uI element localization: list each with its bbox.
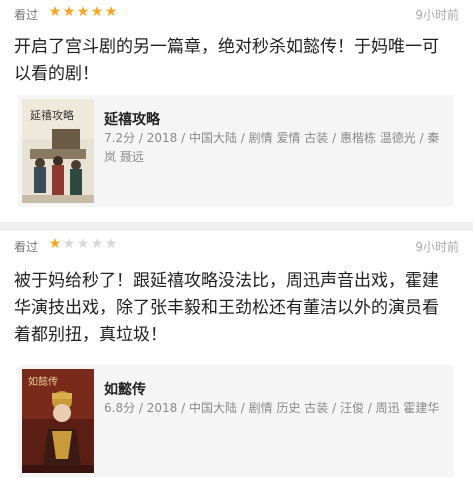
rating-stars: ★★★★★: [48, 4, 118, 20]
star-icon: ★: [90, 236, 104, 252]
star-icon: ★: [48, 4, 62, 20]
star-icon: ★: [76, 236, 90, 252]
review-time: 9小时前: [415, 240, 459, 254]
movie-poster: 如懿传: [22, 369, 94, 473]
star-icon: ★: [48, 236, 62, 252]
movie-info: 6.8分 / 2018 / 中国大陆 / 剧情 历史 古装 / 汪俊 / 周迅 …: [104, 401, 440, 415]
watch-status: 看过: [14, 240, 39, 254]
rating-stars: ★★★★★: [48, 236, 118, 252]
star-icon: ★: [104, 236, 118, 252]
movie-info: 7.2分 / 2018 / 中国大陆 / 剧情 爱情 古装 / 惠楷栋 温德光 …: [104, 131, 440, 164]
movie-title: 延禧攻略: [104, 112, 160, 128]
review-meta: 看过 ★★★★★ 9小时前: [14, 4, 459, 24]
review-text: 被于妈给秒了！跟延禧攻略没法比，周迅声音出戏，霍建华演技出戏，除了张丰毅和王劲松…: [14, 271, 439, 345]
star-icon: ★: [104, 4, 118, 20]
star-icon: ★: [90, 4, 104, 20]
watch-status: 看过: [14, 8, 39, 22]
movie-card[interactable]: 延禧攻略 延禧攻略 7.2分 / 2018 / 中国大陆 / 剧情 爱情 古装 …: [18, 95, 454, 207]
review-meta: 看过 ★★★★★ 9小时前: [14, 236, 459, 256]
star-icon: ★: [62, 236, 76, 252]
movie-title: 如懿传: [104, 382, 146, 398]
review-text: 开启了宫斗剧的另一篇章，绝对秒杀如懿传！于妈唯一可以看的剧！: [14, 37, 439, 84]
star-icon: ★: [62, 4, 76, 20]
divider: [0, 222, 473, 231]
movie-poster: 延禧攻略: [22, 99, 94, 203]
poster-text: 如懿传: [28, 375, 58, 388]
poster-text: 延禧攻略: [30, 108, 74, 122]
review-time: 9小时前: [415, 8, 459, 22]
star-icon: ★: [76, 4, 90, 20]
movie-card[interactable]: 如懿传 如懿传 6.8分 / 2018 / 中国大陆 / 剧情 历史 古装 / …: [18, 365, 454, 477]
